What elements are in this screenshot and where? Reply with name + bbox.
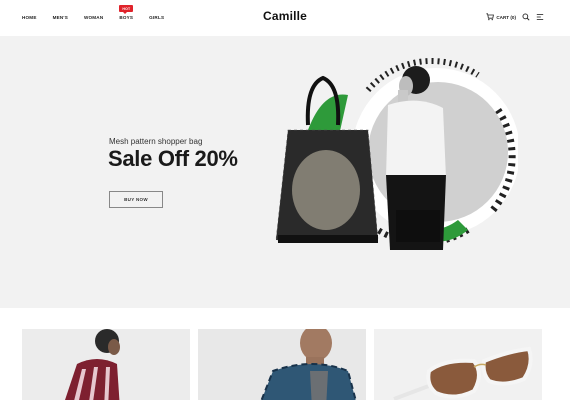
header-actions: CART (0) xyxy=(486,13,544,21)
product-image xyxy=(198,329,366,400)
cart-link[interactable]: CART (0) xyxy=(486,13,516,21)
site-logo[interactable]: Camille xyxy=(0,9,570,23)
product-image xyxy=(22,329,190,400)
hero-subtitle: Mesh pattern shopper bag xyxy=(109,137,203,146)
menu-icon[interactable] xyxy=(536,13,544,21)
hero-banner: Mesh pattern shopper bag Sale Off 20% BU… xyxy=(0,36,570,308)
product-card-man[interactable] xyxy=(198,329,366,400)
hero-title: Sale Off 20% xyxy=(108,146,238,171)
hero-image xyxy=(275,58,518,250)
product-grid xyxy=(0,308,570,400)
site-header: HOME MEN'S WOMAN HOT BOYS GIRLS Camille … xyxy=(0,0,570,36)
product-card-woman[interactable] xyxy=(22,329,190,400)
cart-icon xyxy=(486,13,495,21)
search-icon[interactable] xyxy=(522,13,530,21)
buy-now-button[interactable]: BUY NOW xyxy=(109,191,163,208)
product-image xyxy=(374,329,542,400)
cart-label: CART (0) xyxy=(496,14,516,20)
product-card-sunglasses[interactable] xyxy=(374,329,542,400)
